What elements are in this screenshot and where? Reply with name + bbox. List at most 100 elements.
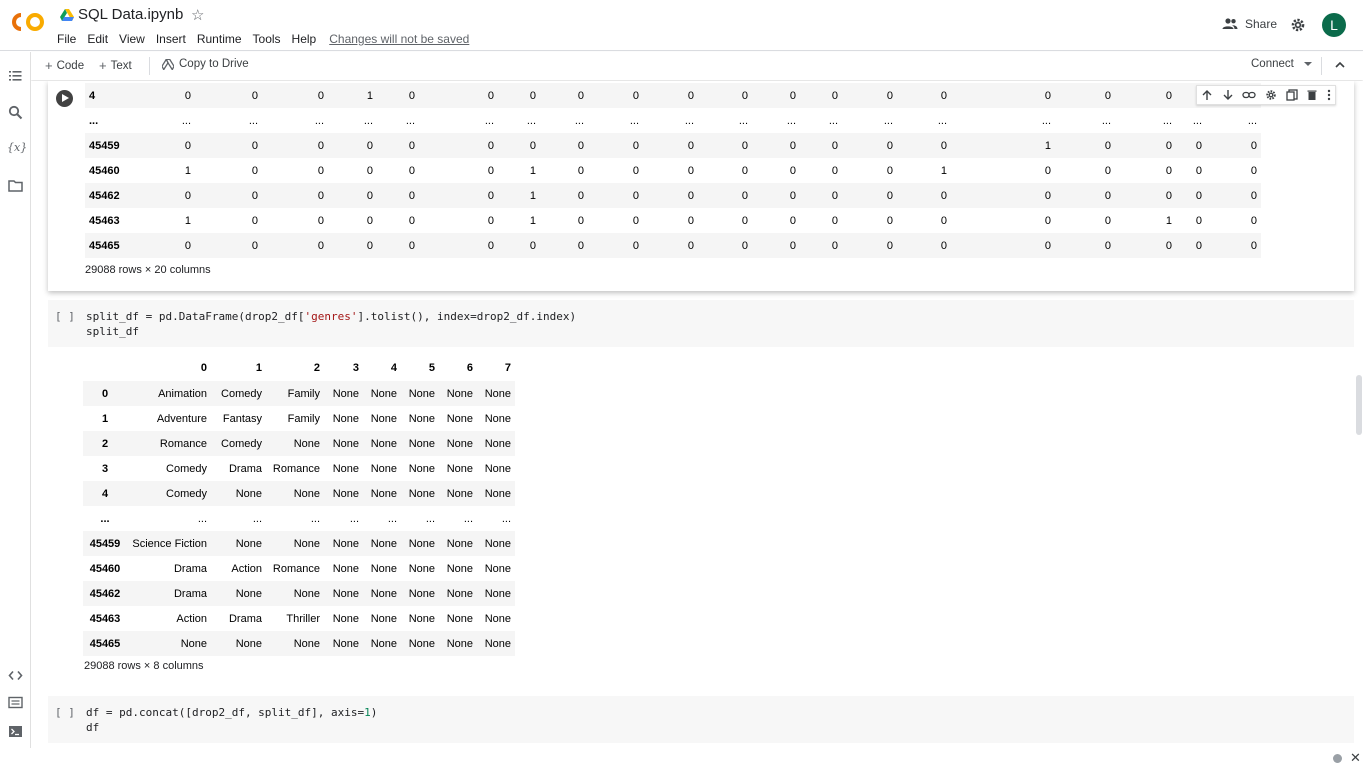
table-cell: ... [463, 512, 473, 525]
table-cell: None [484, 562, 511, 575]
code-cell[interactable]: [ ] df = pd.concat([drop2_df, split_df],… [48, 696, 1354, 743]
add-code-button[interactable]: + Code [45, 58, 84, 73]
gear-icon[interactable] [1290, 17, 1306, 33]
code-editor[interactable]: df = pd.concat([drop2_df, split_df], axi… [86, 705, 377, 735]
menu-help[interactable]: Help [292, 32, 317, 46]
status-indicator[interactable] [1333, 754, 1342, 763]
row-index: 3 [101, 462, 109, 475]
search-icon[interactable] [8, 105, 23, 120]
table-cell: 0 [1055, 133, 1115, 158]
table-cell: 0 [1206, 183, 1261, 208]
menu-view[interactable]: View [119, 32, 145, 46]
add-code-label: Code [56, 59, 85, 72]
table-cell: 0 [540, 83, 588, 108]
table-cell: 0 [377, 133, 419, 158]
folder-icon[interactable] [8, 178, 23, 193]
table-row: 2 Romance Comedy None None None None None None [83, 431, 515, 456]
table-cell: Comedy [127, 481, 211, 506]
table-cell: None [211, 631, 266, 656]
chevron-up-icon[interactable] [1334, 60, 1346, 70]
table-cell: 0 [366, 214, 373, 227]
cell-toolbar [1196, 85, 1336, 105]
table-row: 45462 0 0 0 0 0 0 1 0 0 0 0 0 0 0 0 0 0 0 0 0 [85, 183, 1261, 208]
menu-insert[interactable]: Insert [156, 32, 186, 46]
move-up-icon[interactable] [1201, 89, 1213, 101]
table-cell: 0 [752, 83, 800, 108]
table-cell: Comedy [211, 431, 266, 456]
table-row: ........................................… [85, 108, 1261, 133]
variables-icon[interactable]: {x} [7, 141, 27, 156]
column-header: 5 [428, 362, 435, 374]
menu-runtime[interactable]: Runtime [197, 32, 242, 46]
table-cell: ... [310, 512, 320, 525]
table-cell: None [446, 412, 473, 425]
table-cell: 0 [1206, 233, 1261, 258]
table-cell: 0 [317, 214, 324, 227]
colab-logo[interactable] [12, 11, 46, 33]
link-icon[interactable] [1242, 89, 1257, 101]
unsaved-changes-link[interactable]: Changes will not be saved [329, 32, 469, 46]
move-down-icon[interactable] [1222, 89, 1234, 101]
row-index: 4 [83, 481, 127, 506]
run-cell-indicator[interactable]: [ ] [55, 310, 75, 323]
plus-icon: + [99, 58, 107, 73]
code-cell-selected[interactable]: 40001000000000000000....................… [48, 81, 1354, 291]
row-index: 45459 [83, 531, 127, 556]
table-cell: None [127, 631, 211, 656]
table-cell: None [477, 631, 515, 656]
mirror-cell-icon[interactable] [1285, 89, 1298, 101]
menu-tools[interactable]: Tools [253, 32, 281, 46]
star-icon[interactable]: ☆ [191, 6, 204, 24]
table-cell: None [370, 462, 397, 475]
chevron-down-icon[interactable] [1304, 62, 1312, 66]
notebook-title[interactable]: SQL Data.ipynb [78, 6, 183, 23]
table-cell: 0 [789, 164, 796, 177]
table-cell: None [332, 562, 359, 575]
table-cell: 0 [842, 233, 897, 258]
copy-to-drive-button[interactable]: Copy to Drive [162, 58, 249, 70]
run-cell-indicator[interactable]: [ ] [55, 706, 75, 719]
menu-edit[interactable]: Edit [87, 32, 108, 46]
code-editor[interactable]: split_df = pd.DataFrame(drop2_df['genres… [86, 309, 576, 339]
column-header: 0 [200, 362, 207, 374]
run-cell-button[interactable] [56, 90, 73, 107]
table-cell: 0 [419, 233, 498, 258]
table-cell: 0 [1250, 164, 1257, 177]
table-cell: 0 [687, 164, 694, 177]
table-cell: Adventure [156, 412, 207, 425]
table-cell: 1 [1165, 214, 1172, 227]
connect-button[interactable]: Connect [1251, 58, 1294, 70]
table-cell: 0 [419, 83, 498, 108]
table-cell: ... [786, 114, 796, 127]
table-cell: Comedy [211, 381, 266, 406]
row-index: 45463 [89, 612, 121, 625]
table-cell: Science Fiction [127, 531, 211, 556]
table-cell: 1 [940, 164, 947, 177]
menu-file[interactable]: File [57, 32, 76, 46]
table-row: 45460 1 0 0 0 0 0 1 0 0 0 0 0 0 0 1 0 0 0 0 0 [85, 158, 1261, 183]
add-text-button[interactable]: + Text [99, 58, 132, 73]
code-cell[interactable]: [ ] split_df = pd.DataFrame(drop2_df['ge… [48, 300, 1354, 347]
terminal-icon[interactable] [8, 724, 23, 739]
avatar[interactable]: L [1322, 13, 1346, 37]
delete-icon[interactable] [1306, 89, 1318, 101]
table-cell: None [401, 631, 439, 656]
status-bar [0, 748, 1363, 768]
table-cell: Romance [127, 431, 211, 456]
cell-settings-icon[interactable] [1265, 89, 1277, 101]
scrollbar-thumb[interactable] [1356, 375, 1362, 435]
table-of-contents-icon[interactable] [8, 68, 23, 83]
table-cell: 0 [951, 83, 1055, 108]
table-cell: 0 [1195, 164, 1202, 177]
notebook-area: 40001000000000000000....................… [31, 81, 1363, 748]
code-snippets-icon[interactable] [8, 668, 23, 683]
table-cell: 1 [529, 164, 536, 177]
share-button[interactable]: Share [1222, 17, 1277, 31]
table-cell: 0 [1055, 183, 1115, 208]
table-cell: 0 [687, 214, 694, 227]
table-cell: 1 [529, 214, 536, 227]
more-options-icon[interactable] [1327, 89, 1331, 101]
table-cell: 0 [1115, 133, 1176, 158]
command-palette-icon[interactable] [8, 695, 23, 710]
close-icon[interactable]: ✕ [1350, 750, 1361, 766]
